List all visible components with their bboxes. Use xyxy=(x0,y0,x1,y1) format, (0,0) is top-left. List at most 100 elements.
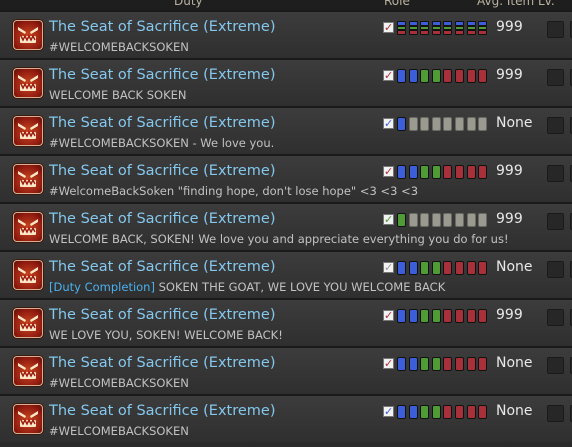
duty-title: The Seat of Sacrifice (Extreme) xyxy=(49,307,276,323)
healer-slot xyxy=(420,165,430,179)
comment-text: #WELCOMEBACKSOKEN xyxy=(49,376,189,390)
extreme-trial-icon xyxy=(13,404,43,434)
listing-row[interactable]: The Seat of Sacrifice (Extreme) WELCOME B… xyxy=(0,202,572,250)
role-check-icon: ✓ xyxy=(383,117,394,130)
open-slot xyxy=(466,213,476,227)
status-box xyxy=(547,69,564,86)
multi-role-slot xyxy=(478,21,488,36)
dps-slot xyxy=(478,165,488,179)
healer-slot xyxy=(431,357,441,371)
dps-slot xyxy=(443,309,453,323)
role-check-icon: ✓ xyxy=(383,357,394,370)
tank-slot-segment xyxy=(431,21,441,26)
status-box xyxy=(547,213,564,230)
multi-role-slot xyxy=(466,21,476,36)
multi-role-slot xyxy=(397,21,406,36)
duty-title: The Seat of Sacrifice (Extreme) xyxy=(49,211,276,227)
listing-row[interactable]: The Seat of Sacrifice (Extreme) [Duty Com… xyxy=(0,250,572,298)
listing-comment: #WelcomeBackSoken "finding hope, don't l… xyxy=(49,184,418,198)
avg-item-level: 999 xyxy=(496,67,523,83)
duty-title: The Seat of Sacrifice (Extreme) xyxy=(49,19,276,35)
role-check-icon: ✓ xyxy=(383,69,394,82)
status-box xyxy=(547,21,564,38)
listing-row[interactable]: The Seat of Sacrifice (Extreme) #WELCOMEB… xyxy=(0,10,572,58)
dps-slot xyxy=(454,357,464,371)
party-slots xyxy=(397,213,490,227)
dps-slot xyxy=(466,357,476,371)
dps-slot xyxy=(466,309,476,323)
role-check-icon: ✓ xyxy=(383,405,394,418)
dps-slot xyxy=(443,261,453,275)
listing-row[interactable]: The Seat of Sacrifice (Extreme) #WELCOMEB… xyxy=(0,106,572,154)
listing-comment: #WELCOMEBACKSOKEN xyxy=(49,424,189,438)
dps-slot-segment xyxy=(466,30,476,36)
healer-slot xyxy=(420,309,430,323)
healer-slot xyxy=(420,405,430,419)
comment-text: #WelcomeBackSoken "finding hope, don't l… xyxy=(49,184,419,198)
duty-column-header[interactable]: Duty xyxy=(174,0,203,8)
extreme-trial-icon xyxy=(13,308,43,338)
role-check-icon: ✓ xyxy=(383,261,394,274)
dps-slot-segment xyxy=(397,30,406,36)
listing-row[interactable]: The Seat of Sacrifice (Extreme) WELCOME B… xyxy=(0,58,572,106)
dps-slot xyxy=(443,165,453,179)
extreme-trial-icon xyxy=(13,356,43,386)
column-header-bar: Duty Role Avg. Item Lv. xyxy=(0,0,572,10)
avg-item-level-column-header[interactable]: Avg. Item Lv. xyxy=(477,0,555,8)
dps-slot xyxy=(478,357,488,371)
open-slot xyxy=(408,117,418,131)
listing-row[interactable]: The Seat of Sacrifice (Extreme) #WelcomeB… xyxy=(0,154,572,202)
comment-text: #WELCOMEBACKSOKEN xyxy=(49,424,189,438)
healer-slot xyxy=(431,165,441,179)
dps-slot xyxy=(478,405,488,419)
listing-row[interactable]: The Seat of Sacrifice (Extreme) #WELCOMEB… xyxy=(0,394,572,442)
extreme-trial-icon xyxy=(13,20,43,50)
party-slots xyxy=(397,165,490,179)
party-slots xyxy=(397,117,490,131)
duty-title: The Seat of Sacrifice (Extreme) xyxy=(49,403,276,419)
dps-slot-segment xyxy=(408,30,418,36)
open-slot xyxy=(466,117,476,131)
role-check-icon: ✓ xyxy=(383,165,394,178)
tank-slot-segment xyxy=(454,21,464,26)
open-slot xyxy=(443,117,453,131)
role-column-header[interactable]: Role xyxy=(384,0,410,8)
tank-slot xyxy=(397,405,406,419)
dps-slot xyxy=(454,261,464,275)
dps-slot xyxy=(443,405,453,419)
dps-slot xyxy=(443,357,453,371)
listing-comment: WELCOME BACK, SOKEN! We love you and app… xyxy=(49,232,509,246)
healer-slot xyxy=(420,357,430,371)
open-slot xyxy=(454,117,464,131)
party-slots xyxy=(397,357,490,371)
tank-slot xyxy=(397,309,406,323)
tank-slot xyxy=(408,309,418,323)
listing-comment: #WELCOMEBACKSOKEN xyxy=(49,40,189,54)
status-box xyxy=(547,261,564,278)
tank-slot xyxy=(408,405,418,419)
multi-role-slot xyxy=(443,21,453,36)
avg-item-level: 999 xyxy=(496,19,523,35)
duty-title: The Seat of Sacrifice (Extreme) xyxy=(49,67,276,83)
dps-slot xyxy=(454,69,464,83)
tank-slot xyxy=(397,117,406,131)
multi-role-slot xyxy=(408,21,418,36)
comment-text: #WELCOMEBACKSOKEN xyxy=(49,40,189,54)
avg-item-level: 999 xyxy=(496,307,523,323)
comment-text: #WELCOMEBACKSOKEN - We love you. xyxy=(49,136,275,150)
listing-row[interactable]: The Seat of Sacrifice (Extreme) WE LOVE Y… xyxy=(0,298,572,346)
dps-slot-segment xyxy=(443,30,453,36)
listing-row[interactable]: The Seat of Sacrifice (Extreme) #WELCOMEB… xyxy=(0,346,572,394)
dps-slot xyxy=(466,405,476,419)
multi-role-slot xyxy=(454,21,464,36)
dps-slot-segment xyxy=(454,30,464,36)
status-box xyxy=(547,357,564,374)
healer-slot xyxy=(420,69,430,83)
dps-slot xyxy=(443,69,453,83)
duty-title: The Seat of Sacrifice (Extreme) xyxy=(49,115,276,131)
multi-role-slot xyxy=(431,21,441,36)
open-slot xyxy=(408,213,418,227)
tank-slot xyxy=(397,261,406,275)
healer-slot xyxy=(420,261,430,275)
tank-slot-segment xyxy=(443,21,453,26)
